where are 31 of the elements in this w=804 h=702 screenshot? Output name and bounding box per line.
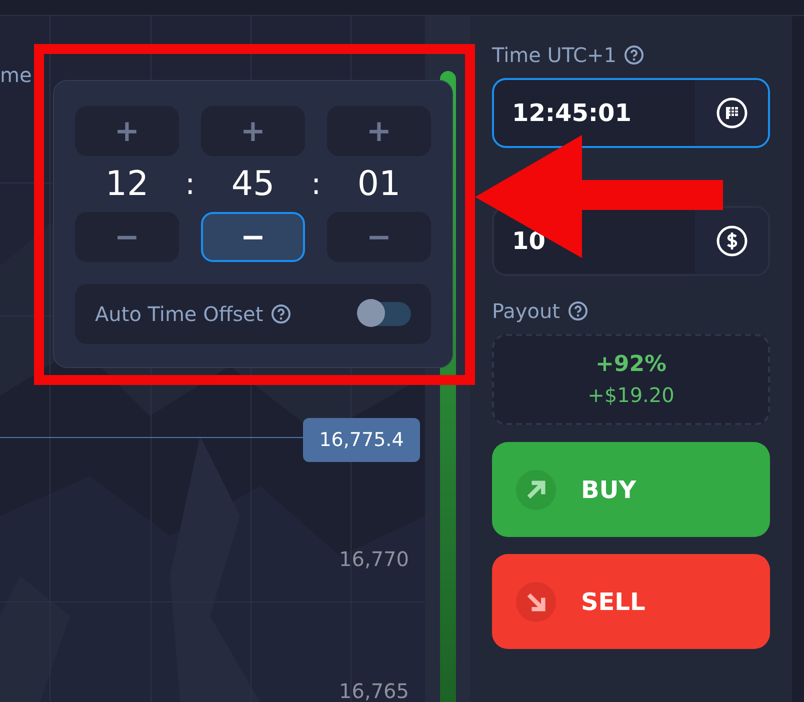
toggle-switch[interactable] [359,302,411,326]
dollar-icon[interactable] [716,225,748,257]
sell-button[interactable]: SELL [492,554,770,649]
price-tag: 16,775.4 [303,418,420,462]
payout-amount: +$19.20 [588,382,674,408]
time-digit: 01 [356,162,402,206]
minus-button[interactable]: − [327,212,431,262]
help-icon [624,45,644,65]
help-icon [568,301,588,321]
field-label: Payout [492,298,560,325]
time-field[interactable]: 12:45:01 [492,78,770,148]
y-axis-label: 16,770 [339,546,409,573]
plus-button[interactable]: + [75,106,179,156]
arrow-down-right-icon [516,582,556,622]
time-digit: 12 [104,162,150,206]
y-axis-label: 16,765 [339,678,409,702]
time-separator: : [184,166,196,204]
plus-button[interactable]: + [327,106,431,156]
help-icon [271,304,292,324]
minus-button[interactable]: − [201,212,305,262]
plus-button[interactable]: + [201,106,305,156]
minus-button[interactable]: − [75,212,179,262]
toggle-label: Auto Time Offset [95,301,264,328]
calendar-icon[interactable] [716,97,748,129]
time-digit: 45 [230,162,276,206]
arrow-up-right-icon [516,470,556,510]
time-separator: : [310,166,322,204]
axis-label: me [0,62,32,89]
field-label: Time UTC+1 [492,42,616,69]
payout-percent: +92% [595,351,667,379]
buy-button[interactable]: BUY [492,442,770,537]
